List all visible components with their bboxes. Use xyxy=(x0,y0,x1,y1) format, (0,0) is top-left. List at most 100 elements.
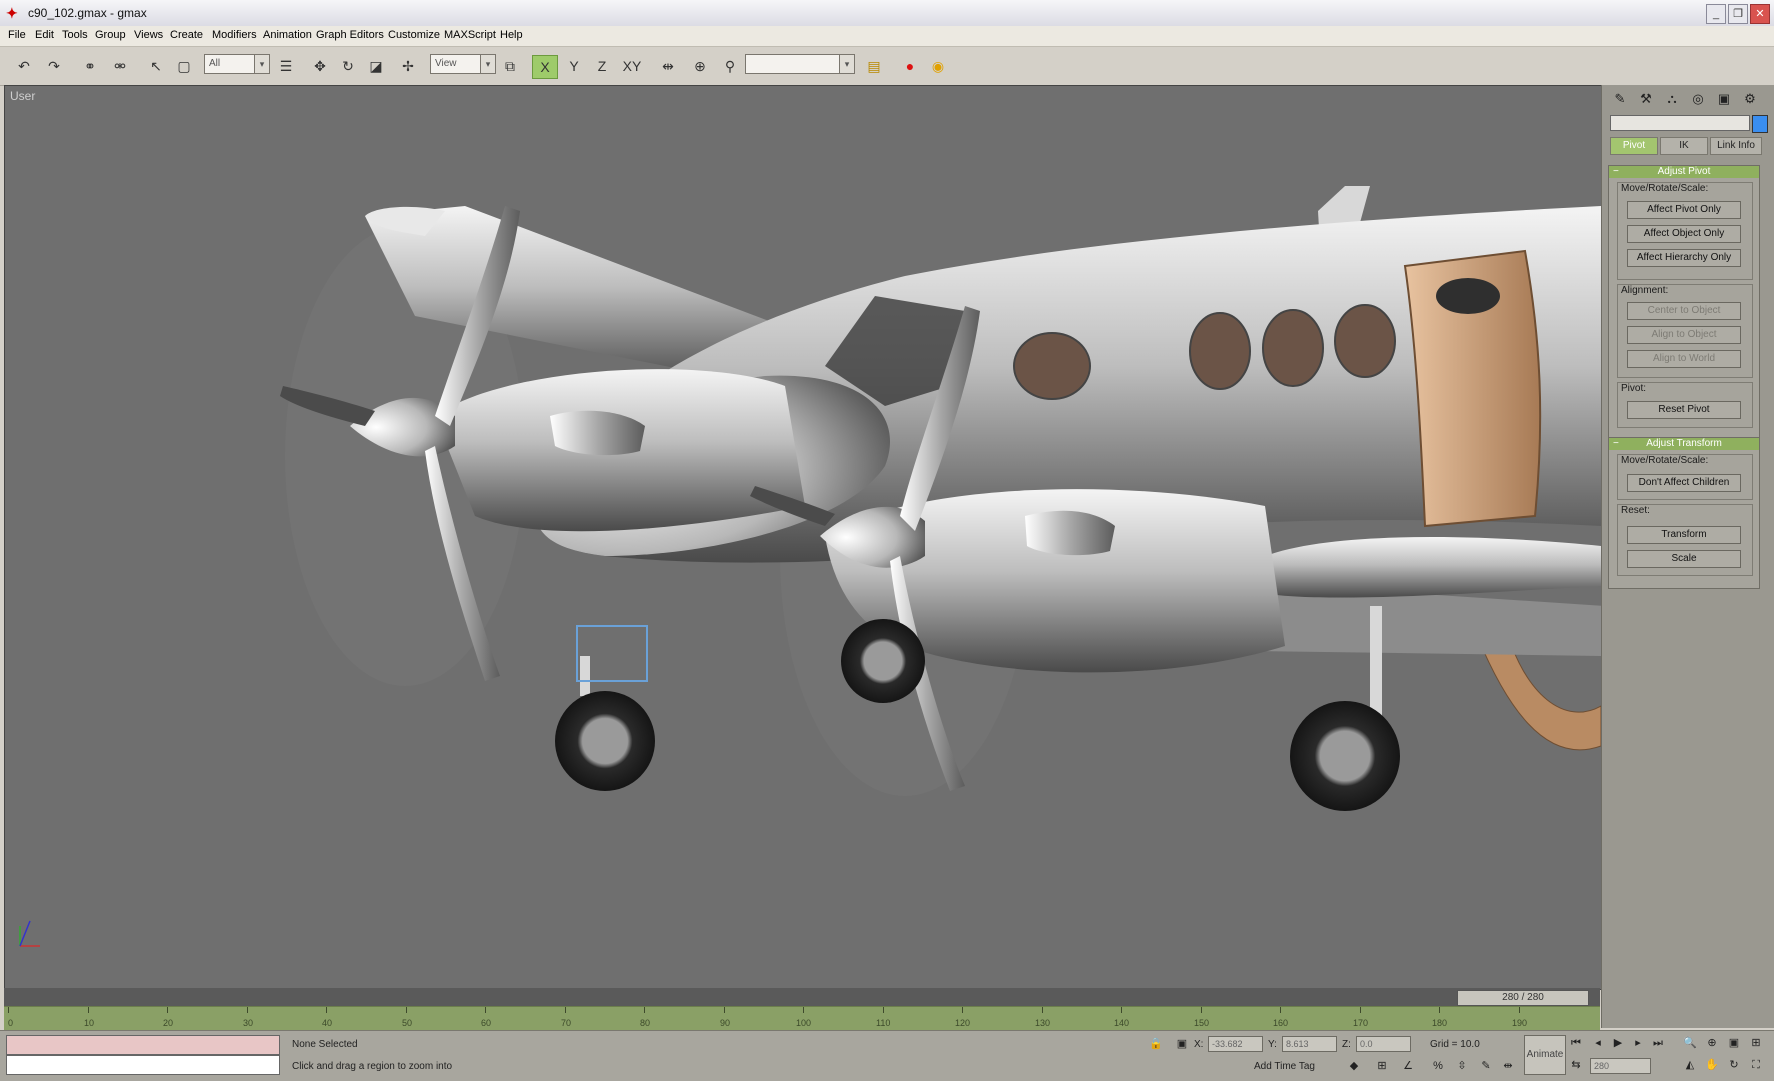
menu-maxscript[interactable]: MAXScript xyxy=(444,29,496,41)
key-mode-icon[interactable]: ◆ xyxy=(1346,1058,1362,1074)
time-slider[interactable]: 280 / 280 xyxy=(4,988,1600,1006)
tab-pivot[interactable]: Pivot xyxy=(1610,137,1658,155)
motion-panel-icon[interactable]: ◎ xyxy=(1688,89,1708,109)
snap-toggle-icon[interactable]: ⊞ xyxy=(1374,1058,1390,1074)
track-bar[interactable]: 0 10 20 30 40 50 60 70 80 90 100 110 120… xyxy=(4,1006,1600,1031)
region-select-icon[interactable]: ▢ xyxy=(172,55,196,77)
axis-y-icon[interactable]: Y xyxy=(562,55,586,77)
selection-filter-select[interactable]: All ▾ xyxy=(204,54,270,74)
dont-affect-children-button[interactable]: Don't Affect Children xyxy=(1627,474,1741,492)
lock-icon[interactable]: 🔒 xyxy=(1148,1036,1164,1052)
align-to-object-button[interactable]: Align to Object xyxy=(1627,326,1741,344)
spinner-snap-icon[interactable]: ⇳ xyxy=(1454,1058,1470,1074)
adjust-pivot-header[interactable]: − Adjust Pivot xyxy=(1609,166,1759,178)
animate-button[interactable]: Animate xyxy=(1524,1035,1566,1075)
percent-snap-icon[interactable]: % xyxy=(1430,1058,1446,1074)
tab-ik[interactable]: IK xyxy=(1660,137,1708,155)
fov-icon[interactable]: ◭ xyxy=(1682,1057,1698,1073)
add-time-tag[interactable]: Add Time Tag xyxy=(1254,1061,1315,1072)
pivot-center-icon[interactable]: ⧉ xyxy=(498,55,522,77)
axis-z-icon[interactable]: Z xyxy=(590,55,614,77)
zoom-extents-icon[interactable]: ▣ xyxy=(1726,1035,1742,1051)
material-editor-icon[interactable]: ● xyxy=(898,55,922,77)
zoom-icon[interactable]: 🔍 xyxy=(1682,1035,1698,1051)
utilities-panel-icon[interactable]: ⚙ xyxy=(1740,89,1760,109)
menu-create[interactable]: Create xyxy=(170,29,203,41)
zoom-all-icon[interactable]: ⊕ xyxy=(1704,1035,1720,1051)
next-frame-icon[interactable]: ▸ xyxy=(1630,1035,1646,1051)
menu-edit[interactable]: Edit xyxy=(35,29,54,41)
menu-modifiers[interactable]: Modifiers xyxy=(212,29,257,41)
menu-graph-editors[interactable]: Graph Editors xyxy=(316,29,384,41)
axis-x-icon[interactable]: X xyxy=(532,55,558,79)
restore-button[interactable]: ❐ xyxy=(1728,4,1748,24)
affect-object-only-button[interactable]: Affect Object Only xyxy=(1627,225,1741,243)
mirror-icon[interactable]: ⇹ xyxy=(656,55,680,77)
align-icon[interactable]: ⊕ xyxy=(688,55,712,77)
angle-snap-icon[interactable]: ∠ xyxy=(1400,1058,1416,1074)
scale-icon[interactable]: ◪ xyxy=(364,55,388,77)
x-coord-field[interactable]: -33.682 xyxy=(1208,1036,1263,1052)
object-name-field[interactable] xyxy=(1610,115,1750,131)
rotate-icon[interactable]: ↻ xyxy=(336,55,360,77)
reference-coord-select[interactable]: View ▾ xyxy=(430,54,496,74)
create-panel-icon[interactable]: ✎ xyxy=(1610,89,1630,109)
redo-icon[interactable]: ↷ xyxy=(42,55,66,77)
arc-rotate-icon[interactable]: ↻ xyxy=(1726,1057,1742,1073)
current-frame-field[interactable]: 280 xyxy=(1590,1058,1651,1074)
unlink-icon[interactable]: ⚮ xyxy=(108,55,132,77)
goto-start-icon[interactable]: ⏮ xyxy=(1568,1035,1584,1051)
menu-tools[interactable]: Tools xyxy=(62,29,88,41)
select-by-name-icon[interactable]: ☰ xyxy=(274,55,298,77)
affect-pivot-only-button[interactable]: Affect Pivot Only xyxy=(1627,201,1741,219)
command-panel: ✎ ⚒ ⛬ ◎ ▣ ⚙ Pivot IK Link Info − Adjust P… xyxy=(1601,85,1774,1028)
maximize-viewport-icon[interactable]: ⛶ xyxy=(1748,1057,1764,1073)
time-slider-thumb[interactable]: 280 / 280 xyxy=(1457,990,1589,1006)
snap-icon[interactable]: ⚲ xyxy=(718,55,742,77)
undo-icon[interactable]: ↶ xyxy=(12,55,36,77)
reset-pivot-button[interactable]: Reset Pivot xyxy=(1627,401,1741,419)
modify-panel-icon[interactable]: ⚒ xyxy=(1636,89,1656,109)
menu-animation[interactable]: Animation xyxy=(263,29,312,41)
manipulate-icon[interactable]: ✢ xyxy=(396,55,420,77)
affect-hierarchy-only-button[interactable]: Affect Hierarchy Only xyxy=(1627,249,1741,267)
zoom-extents-all-icon[interactable]: ⊞ xyxy=(1748,1035,1764,1051)
display-panel-icon[interactable]: ▣ xyxy=(1714,89,1734,109)
maxscript-listener-pink[interactable] xyxy=(6,1035,280,1055)
reset-scale-button[interactable]: Scale xyxy=(1627,550,1741,568)
minimize-button[interactable]: _ xyxy=(1706,4,1726,24)
menu-group[interactable]: Group xyxy=(95,29,126,41)
maxscript-listener-white[interactable] xyxy=(6,1055,280,1075)
move-icon[interactable]: ✥ xyxy=(308,55,332,77)
menu-customize[interactable]: Customize xyxy=(388,29,440,41)
key-mode-toggle-icon[interactable]: ⇆ xyxy=(1568,1057,1584,1073)
close-button[interactable]: ✕ xyxy=(1750,4,1770,24)
z-coord-field[interactable]: 0.0 xyxy=(1356,1036,1411,1052)
menu-help[interactable]: Help xyxy=(500,29,523,41)
menu-file[interactable]: File xyxy=(8,29,26,41)
y-coord-field[interactable]: 8.613 xyxy=(1282,1036,1337,1052)
viewport-user[interactable]: User xyxy=(4,85,1602,990)
menu-views[interactable]: Views xyxy=(134,29,163,41)
axis-xy-icon[interactable]: XY xyxy=(620,55,644,77)
goto-end-icon[interactable]: ⏭ xyxy=(1650,1035,1666,1051)
render-icon[interactable]: ◉ xyxy=(926,55,950,77)
select-object-icon[interactable]: ↖ xyxy=(144,55,168,77)
link-icon[interactable]: ⚭ xyxy=(78,55,102,77)
edit-named-sel-icon[interactable]: ✎ xyxy=(1478,1058,1494,1074)
align-to-world-button[interactable]: Align to World xyxy=(1627,350,1741,368)
adjust-transform-header[interactable]: − Adjust Transform xyxy=(1609,438,1759,450)
pan-icon[interactable]: ✋ xyxy=(1704,1057,1720,1073)
play-icon[interactable]: ▶ xyxy=(1610,1035,1626,1051)
schematic-icon[interactable]: ▤ xyxy=(862,55,886,77)
center-to-object-button[interactable]: Center to Object xyxy=(1627,302,1741,320)
y-label: Y: xyxy=(1268,1039,1277,1050)
reset-transform-button[interactable]: Transform xyxy=(1627,526,1741,544)
mirror-small-icon[interactable]: ⇹ xyxy=(1500,1058,1516,1074)
absolute-mode-icon[interactable]: ▣ xyxy=(1174,1036,1190,1052)
hierarchy-panel-icon[interactable]: ⛬ xyxy=(1662,89,1682,109)
named-selection-select[interactable]: ▾ xyxy=(745,54,855,74)
object-color-swatch[interactable] xyxy=(1752,115,1768,133)
tab-link-info[interactable]: Link Info xyxy=(1710,137,1762,155)
prev-frame-icon[interactable]: ◂ xyxy=(1590,1035,1606,1051)
